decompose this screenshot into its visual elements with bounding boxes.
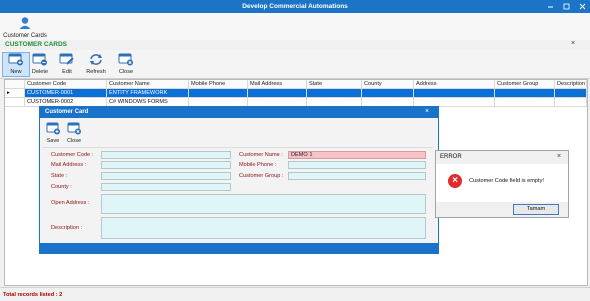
divider — [42, 147, 434, 148]
error-dialog-title: ERROR — [440, 154, 462, 160]
table-cell[interactable]: ENTITY FRAMEWORK — [107, 89, 189, 98]
column-header[interactable]: Mobile Phone — [189, 80, 248, 89]
state-field[interactable] — [101, 172, 231, 180]
column-header[interactable]: Customer Name — [107, 80, 189, 89]
table-cell[interactable] — [495, 98, 555, 107]
delete-icon — [32, 53, 47, 66]
customer-card-title: Customer Card — [45, 109, 89, 115]
customer-code-label: Customer Code : — [51, 152, 94, 158]
column-header[interactable]: Address — [414, 80, 495, 89]
edit-icon — [59, 53, 74, 65]
refresh-label: Refresh — [86, 69, 106, 75]
customer-card-dialog: Customer Card × Save Close Customer Code… — [39, 106, 439, 254]
grid-header-row: Customer Code Customer Name Mobile Phone… — [5, 80, 587, 89]
toolbar: New Delete Edit Refresh Close — [0, 50, 590, 79]
maximize-icon — [563, 3, 570, 10]
card-close-label: Close — [66, 138, 82, 144]
customer-card-close-button[interactable]: × — [425, 108, 429, 115]
ok-button[interactable]: Tamam — [513, 204, 559, 215]
mobile-phone-label: Mobile Phone : — [239, 162, 277, 168]
save-label: Save — [46, 138, 60, 144]
edit-label: Edit — [62, 69, 72, 75]
column-header[interactable]: Customer Code — [25, 80, 107, 89]
mail-address-label: Mail Address : — [51, 162, 87, 168]
user-icon — [19, 17, 31, 29]
table-cell[interactable] — [555, 89, 587, 98]
refresh-icon — [90, 54, 102, 65]
table-cell[interactable] — [495, 89, 555, 98]
error-message: Customer Code field is empty! — [469, 178, 544, 184]
edit-button[interactable]: Edit — [54, 53, 80, 75]
customer-name-field[interactable]: DEMO 1 — [288, 151, 426, 159]
county-field[interactable] — [101, 183, 231, 191]
customer-code-field[interactable] — [101, 151, 231, 159]
ribbon: Customer Cards — [0, 13, 590, 41]
close-icon — [67, 122, 81, 135]
new-icon — [8, 53, 23, 66]
state-label: State : — [51, 173, 68, 179]
column-header[interactable]: Description — [555, 80, 587, 89]
save-icon — [46, 122, 60, 135]
mobile-phone-field[interactable] — [288, 161, 426, 169]
table-cell[interactable] — [362, 89, 414, 98]
maximize-button[interactable] — [561, 0, 572, 13]
row-marker: ▸ — [5, 89, 25, 98]
table-cell[interactable] — [555, 98, 587, 107]
table-cell[interactable]: CUSTOMER-0001 — [25, 89, 107, 98]
minimize-button[interactable] — [545, 0, 556, 13]
description-label: Description : — [51, 225, 83, 231]
error-dialog-body: × Customer Code field is empty! — [436, 164, 568, 202]
delete-label: Delete — [31, 69, 49, 75]
window-title-bar: Develop Commercial Automations — [0, 0, 590, 13]
close-button[interactable]: Close — [113, 53, 139, 75]
table-cell[interactable] — [307, 89, 362, 98]
customer-cards-panel-header: CUSTOMER CARDS × — [0, 40, 590, 49]
column-header[interactable]: State — [307, 80, 362, 89]
error-dialog-close-button[interactable]: × — [557, 153, 561, 160]
column-header[interactable]: Mail Address — [248, 80, 307, 89]
customer-card-title-bar: Customer Card × — [40, 107, 438, 118]
close-icon — [579, 3, 586, 10]
panel-close-button[interactable]: × — [571, 40, 575, 47]
open-address-label: Open Address : — [51, 200, 90, 206]
row-marker — [5, 98, 25, 107]
error-icon: × — [448, 174, 462, 188]
table-cell[interactable] — [189, 89, 248, 98]
close-icon — [118, 53, 133, 66]
table-row[interactable]: ▸ CUSTOMER-0001 ENTITY FRAMEWORK — [5, 89, 587, 98]
panel-title: CUSTOMER CARDS — [5, 41, 67, 48]
close-window-button[interactable] — [577, 0, 588, 13]
open-address-field[interactable] — [101, 194, 426, 214]
customer-group-field[interactable] — [288, 172, 426, 180]
save-button[interactable]: Save — [43, 122, 63, 144]
status-bar: Total records listed : 2 — [0, 287, 590, 301]
column-header[interactable]: County — [362, 80, 414, 89]
window-title: Develop Commercial Automations — [242, 3, 348, 10]
column-header[interactable]: Customer Group — [495, 80, 555, 89]
grid-header-marker — [5, 80, 25, 89]
description-field[interactable] — [101, 217, 426, 239]
table-cell[interactable] — [248, 89, 307, 98]
error-dialog: ERROR × × Customer Code field is empty! … — [435, 150, 569, 218]
county-label: County : — [51, 184, 72, 190]
mail-address-field[interactable] — [101, 161, 231, 169]
customer-group-label: Customer Group : — [239, 173, 284, 179]
customer-card-status-strip — [40, 243, 438, 253]
new-label: New — [10, 69, 22, 75]
close-label: Close — [118, 69, 134, 75]
delete-button[interactable]: Delete — [27, 53, 53, 75]
record-count-text: Total records listed : 2 — [3, 292, 63, 298]
refresh-button[interactable]: Refresh — [83, 53, 109, 75]
table-cell[interactable] — [414, 89, 495, 98]
minimize-icon — [548, 6, 553, 8]
ribbon-customer-cards-button[interactable]: Customer Cards — [3, 16, 47, 39]
new-button[interactable]: New — [2, 52, 30, 77]
card-close-button[interactable]: Close — [64, 122, 84, 144]
customer-name-label: Customer Name : — [239, 152, 283, 158]
ribbon-item-label: Customer Cards — [3, 33, 47, 39]
